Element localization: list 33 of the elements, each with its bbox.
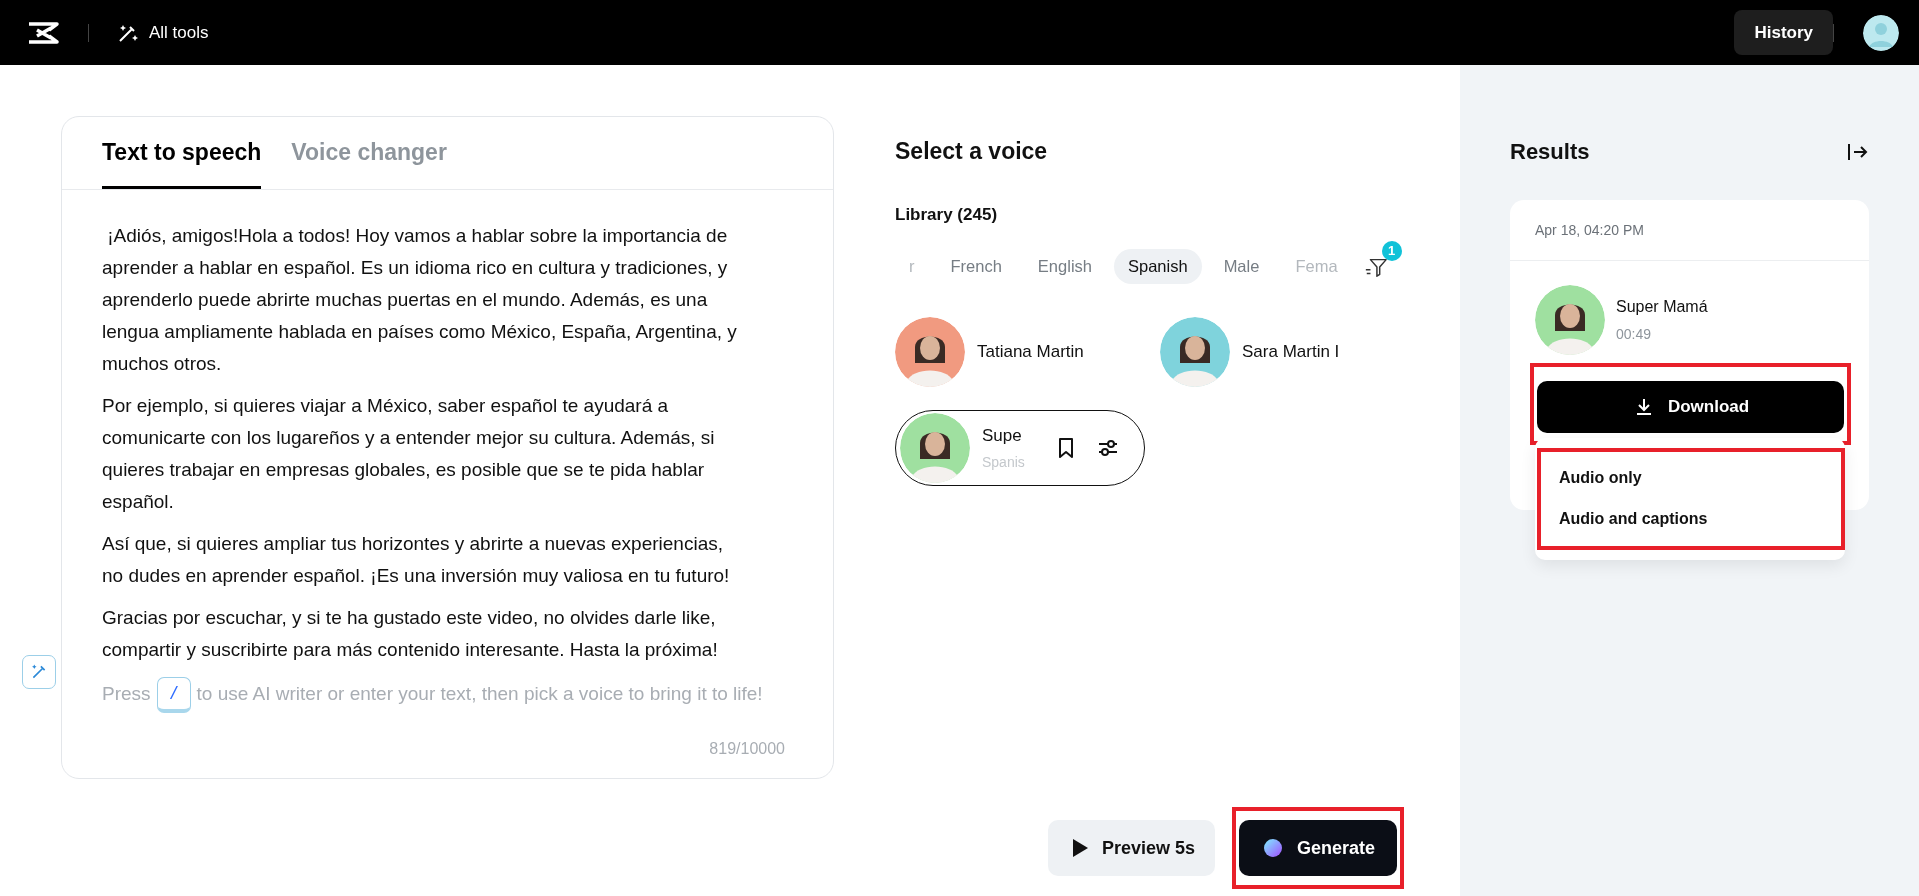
generate-button[interactable]: Generate [1238, 820, 1397, 876]
duration: 00:49 [1616, 326, 1653, 342]
character-count: 819/10000 [709, 740, 785, 758]
timestamp: Apr 18, 04:20 PM [1510, 200, 1869, 261]
menu-item[interactable]: Audio and captions [1541, 499, 1841, 540]
paragraph: Por ejemplo, si quieres viajar a México, saber español te ayudará a comunicarte con los lugareños y a entender mejor su cultura. Además, si quieres trabajar en empresas globales, es posible que se te pida hablar español. [102, 394, 716, 514]
filter-chip[interactable]: English [1023, 249, 1106, 284]
panel-title: Results [1510, 139, 1590, 165]
hint-text: Press [102, 683, 151, 704]
voice-name[interactable]: Sara Martin I [1242, 342, 1340, 362]
tab[interactable]: Text to speech [102, 139, 262, 189]
paragraph: Gracias por escuchar, y si te ha gustado este video, no olvides darle like, compartir y suscribirte para más contenido interesante. Hasta la próxima! [102, 606, 719, 662]
paragraph: ¡Adiós, amigos!Hola a todos! Hoy vamos a hablar sobre la importancia de aprender a hablar en español. Es un idioma rico en cultura y tradiciones, y aprenderlo puede abrirte muchas puertas en el mundo. Además, es una lengua ampliamente hablada en países como México, España, Argentina, y muchos otros. [102, 224, 738, 376]
menu-item[interactable]: Audio only [1541, 458, 1841, 499]
library-label: Library (245) [895, 205, 999, 225]
logo-icon[interactable] [26, 20, 60, 45]
filter-chip[interactable]: Male [1209, 249, 1274, 284]
download-button[interactable]: Download [1537, 381, 1844, 433]
filter-chip[interactable]: French [936, 249, 1016, 284]
section-title: Select a voice [895, 138, 1049, 165]
count-badge: 1 [1381, 240, 1402, 261]
voice-name: Supe [982, 426, 1023, 446]
voice-language: Spanis [982, 454, 1026, 470]
history-button[interactable]: History [1734, 10, 1833, 55]
hint-text: to use AI writer or enter your text, then pick a voice to bring it to life! [196, 683, 763, 704]
voice-name[interactable]: Tatiana Martin [977, 342, 1084, 362]
paragraph: Así que, si quieres ampliar tus horizontes y abrirte a nuevas experiencias, no dudes en aprender español. ¡Es una inversión muy valiosa en tu futuro! [102, 532, 731, 588]
avatar-icon[interactable] [1863, 14, 1899, 51]
preview-button[interactable]: Preview 5s [1047, 820, 1215, 876]
voice-name: Super Mamá [1616, 298, 1708, 316]
key-cap: / [156, 677, 191, 713]
filter-chip[interactable]: Spanish [1114, 249, 1202, 284]
all-tools-link[interactable]: All tools [117, 21, 209, 44]
